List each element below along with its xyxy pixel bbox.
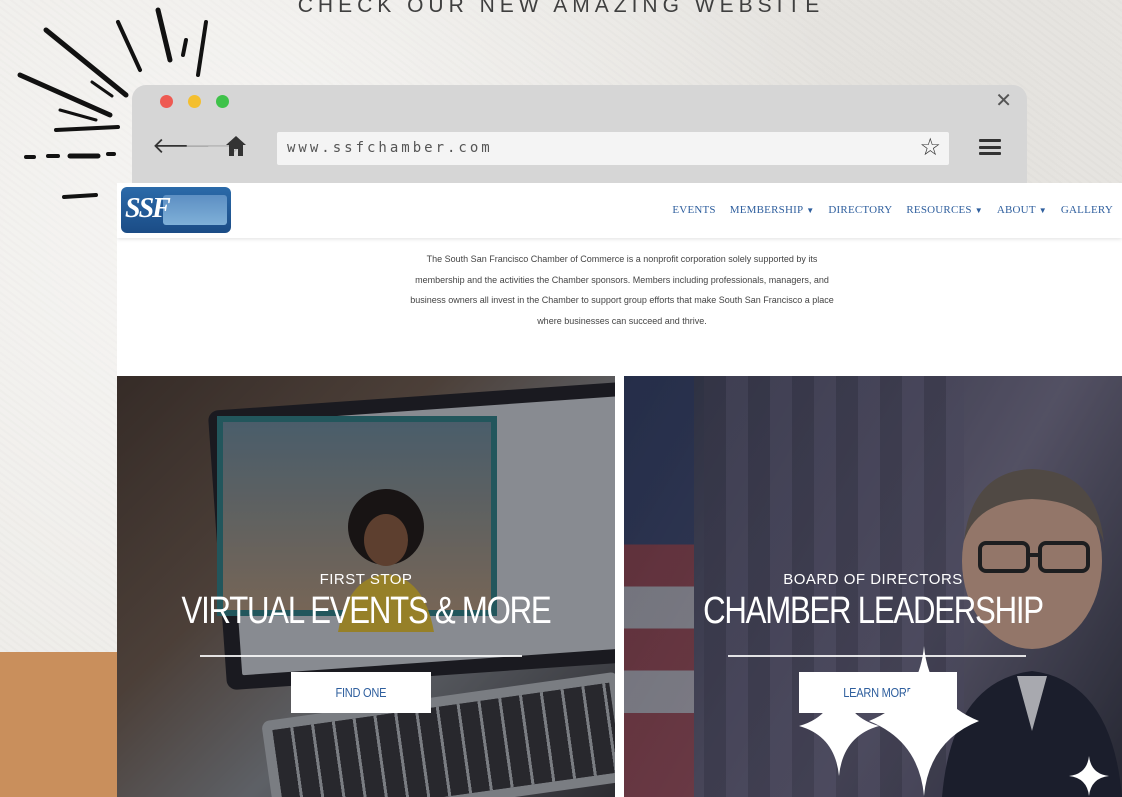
browser-chrome: ✕ 🡐 🡒 www.ssfchamber.com ☆ xyxy=(132,85,1027,183)
ssf-logo[interactable]: SSF xyxy=(121,187,231,233)
virtual-events-tile[interactable]: FIRST STOP VIRTUAL EVENTS & MORE FIND ON… xyxy=(117,376,615,797)
sparkle-icon xyxy=(799,676,879,776)
sparkle-icon xyxy=(869,646,979,796)
maximize-window-dot[interactable] xyxy=(216,95,229,108)
caret-down-icon: ▼ xyxy=(806,206,815,215)
nav-item-resources[interactable]: RESOURCES ▼ xyxy=(899,204,990,216)
tile-kicker: BOARD OF DIRECTORS xyxy=(783,571,963,588)
nav-item-events[interactable]: EVENTS xyxy=(665,204,722,216)
nav-item-directory[interactable]: DIRECTORY xyxy=(821,204,899,216)
divider xyxy=(200,655,522,657)
caret-down-icon: ▼ xyxy=(1038,206,1047,215)
site-menu: EVENTS MEMBERSHIP ▼ DIRECTORY RESOURCES ▼ … xyxy=(665,204,1120,216)
url-input[interactable]: www.ssfchamber.com xyxy=(277,132,949,165)
caret-down-icon: ▼ xyxy=(974,206,983,215)
tile-kicker: FIRST STOP xyxy=(319,571,413,588)
intro-paragraph: The South San Francisco Chamber of Comme… xyxy=(410,254,834,326)
chamber-leadership-tile[interactable]: BOARD OF DIRECTORS CHAMBER LEADERSHIP LE… xyxy=(624,376,1122,797)
site-navbar: SSF EVENTS MEMBERSHIP ▼ DIRECTORY RESOURC… xyxy=(117,183,1122,238)
website-viewport: SSF EVENTS MEMBERSHIP ▼ DIRECTORY RESOURC… xyxy=(117,183,1122,797)
star-icon[interactable]: ☆ xyxy=(919,136,941,160)
tile-headline: VIRTUAL EVENTS & MORE xyxy=(181,590,552,632)
sparkle-icon xyxy=(1069,756,1109,796)
nav-item-gallery[interactable]: GALLERY xyxy=(1054,204,1120,216)
close-window-dot[interactable] xyxy=(160,95,173,108)
nav-item-membership[interactable]: MEMBERSHIP ▼ xyxy=(723,204,822,216)
close-icon[interactable]: ✕ xyxy=(995,91,1012,111)
find-one-button[interactable]: FIND ONE xyxy=(291,672,431,713)
tile-headline: CHAMBER LEADERSHIP xyxy=(703,590,1044,632)
home-icon[interactable] xyxy=(224,134,248,158)
hamburger-icon[interactable] xyxy=(979,139,1001,155)
minimize-window-dot[interactable] xyxy=(188,95,201,108)
nav-item-about[interactable]: ABOUT ▼ xyxy=(990,204,1054,216)
